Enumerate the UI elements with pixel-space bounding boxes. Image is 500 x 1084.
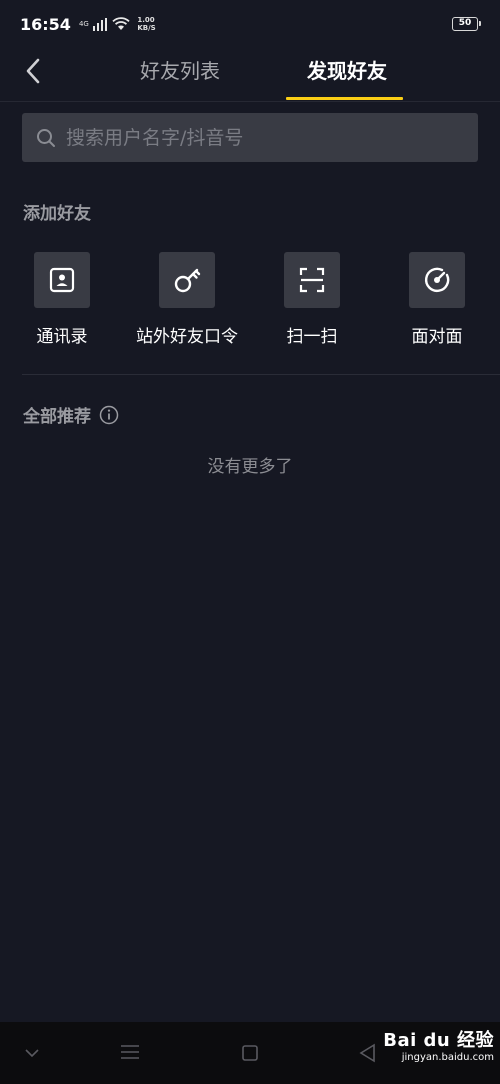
scan-tile: [284, 252, 340, 308]
info-icon[interactable]: [99, 405, 119, 425]
scan-icon: [299, 267, 325, 293]
section-divider: [22, 374, 500, 375]
external-invite-code-button[interactable]: 站外好友口令: [127, 252, 247, 347]
key-tile: [159, 252, 215, 308]
network-indicator: 4G 1.00 KB/S: [79, 16, 156, 32]
face-to-face-tile: [409, 252, 465, 308]
speed-value: 1.00: [137, 16, 155, 24]
add-friends-title: 添加好友: [23, 204, 91, 224]
tab-friend-list[interactable]: 好友列表: [120, 56, 240, 86]
search-icon: [37, 128, 55, 147]
contacts-tile: [34, 252, 90, 308]
battery-level: 50: [458, 18, 472, 28]
recommend-title: 全部推荐: [23, 407, 91, 427]
watermark-sub: jingyan.baidu.com: [401, 1052, 494, 1063]
baidu-watermark: Bai du 经验 jingyan.baidu.com: [364, 1026, 494, 1078]
home-icon[interactable]: [241, 1044, 259, 1062]
contacts-button[interactable]: 通讯录: [2, 252, 122, 347]
signal-icon: [92, 17, 108, 31]
hide-nav-icon[interactable]: [24, 1048, 40, 1058]
scan-button[interactable]: 扫一扫: [252, 252, 372, 347]
recommend-header: 全部推荐: [23, 402, 119, 427]
watermark-main: Bai du 经验: [383, 1030, 494, 1051]
search-input[interactable]: [66, 126, 456, 149]
face-to-face-button[interactable]: 面对面: [377, 252, 497, 347]
scan-label: 扫一扫: [286, 327, 338, 347]
speed-unit: KB/S: [137, 24, 156, 32]
tab-discover-friends[interactable]: 发现好友: [287, 56, 407, 86]
network-type: 4G: [78, 20, 89, 28]
face-to-face-label: 面对面: [411, 327, 463, 347]
contacts-label: 通讯录: [36, 327, 88, 347]
back-arrow-icon: [26, 58, 40, 84]
add-friend-actions: 通讯录 站外好友口令 扫一扫 面对面: [0, 252, 500, 352]
face-to-face-icon: [424, 267, 450, 293]
search-box[interactable]: [22, 113, 478, 162]
menu-icon[interactable]: [120, 1044, 140, 1060]
no-more-text: 没有更多了: [207, 457, 293, 477]
external-invite-code-label: 站外好友口令: [136, 327, 238, 347]
contacts-icon: [49, 267, 75, 293]
battery-icon: 50: [452, 17, 481, 31]
active-tab-indicator: [286, 97, 403, 100]
status-bar: 16:54 4G 1.00 KB/S 50: [0, 0, 500, 48]
status-time: 16:54: [20, 14, 71, 34]
back-button[interactable]: [18, 56, 48, 86]
key-icon: [174, 268, 201, 293]
network-speed: 1.00 KB/S: [137, 16, 155, 32]
top-nav: 好友列表 发现好友: [0, 48, 500, 102]
wifi-icon: [112, 17, 130, 30]
